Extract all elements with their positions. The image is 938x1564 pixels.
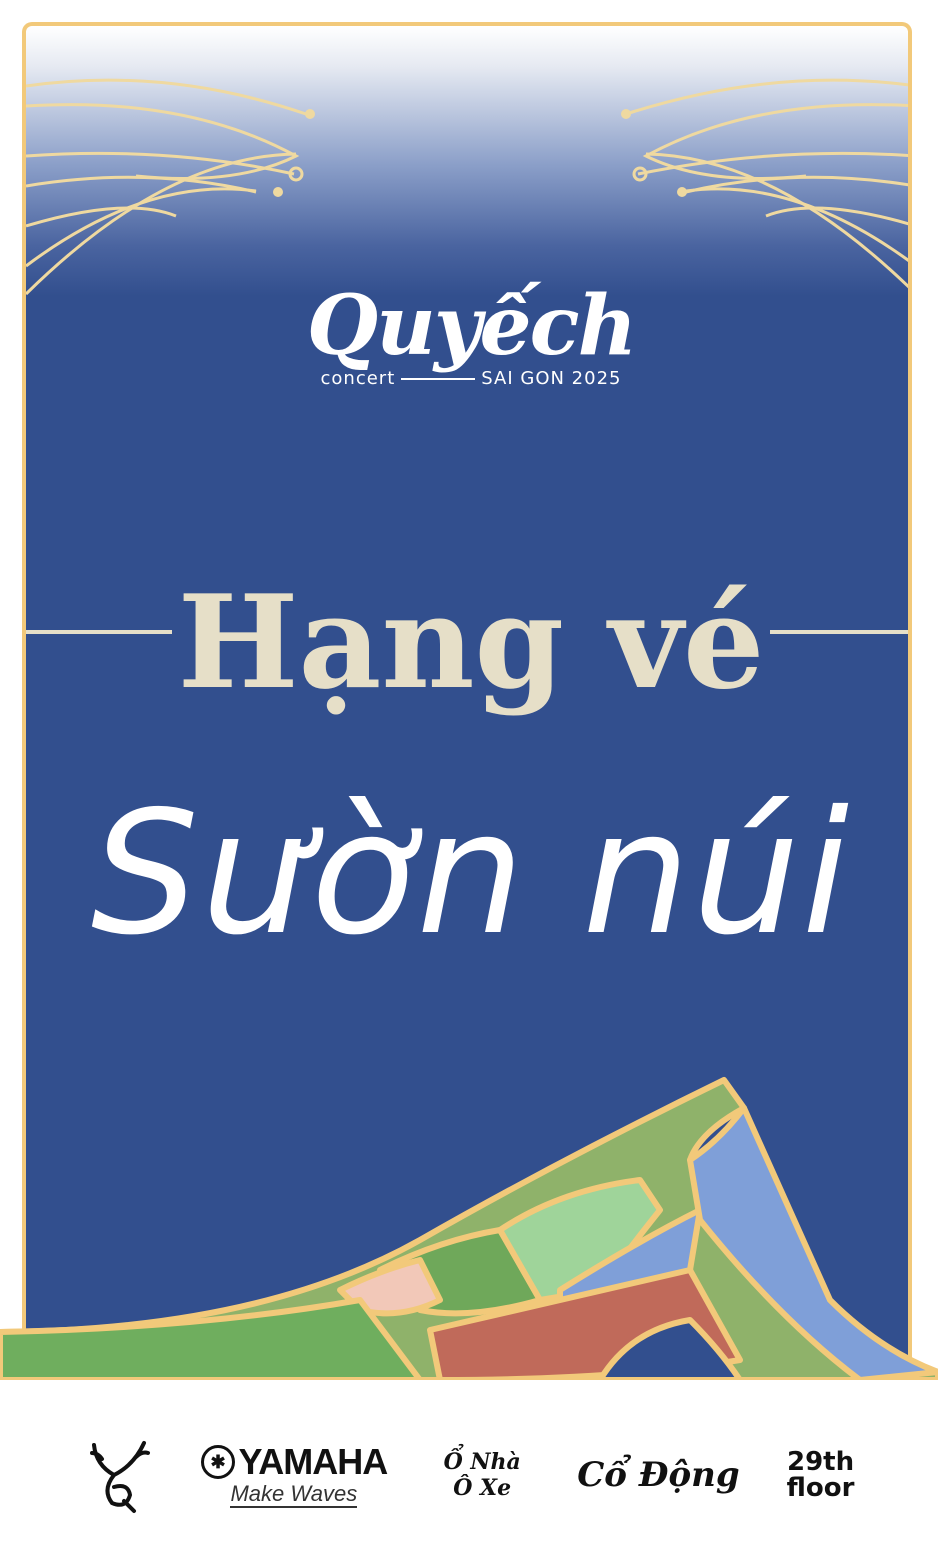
yamaha-tagline: Make Waves (230, 1481, 358, 1508)
sponsor-logos: ✱ YAMAHA Make Waves Ổ Nhà Ô Xe Cổ Động 2… (0, 1420, 938, 1530)
ticket-poster: Quyếch concert SAI GON 2025 Hạng vé Sườn… (0, 0, 938, 1564)
sponsor-29th-floor: 29th floor (787, 1449, 855, 1501)
mountain-illustration (0, 1077, 938, 1380)
yamaha-tuning-fork-icon: ✱ (200, 1445, 235, 1479)
sponsor-deer (84, 1435, 154, 1515)
yamaha-wordmark: ✱ YAMAHA (200, 1441, 389, 1482)
sponsor-onhaoxe: Ổ Nhà Ô Xe (434, 1449, 530, 1501)
floor-word: floor (786, 1473, 855, 1503)
ticket-heading: Hạng vé (26, 568, 908, 718)
codong-wordmark: Cổ Động (577, 1455, 740, 1495)
logo-wordmark: Quyếch (306, 278, 637, 374)
ticket-tier-name: Sườn núi (90, 775, 852, 973)
logo-sub-right: SAI GON 2025 (481, 368, 622, 389)
deer-antler-logo-icon (89, 1441, 150, 1513)
sponsor-codong: Cổ Động (577, 1455, 739, 1495)
ticket-heading-text: Hạng vé (171, 568, 771, 718)
floor-number: 29th (787, 1447, 855, 1477)
sponsor-yamaha: ✱ YAMAHA Make Waves (200, 1441, 389, 1508)
yamaha-name: YAMAHA (238, 1441, 389, 1482)
logo-sub-left: concert (320, 368, 396, 389)
concert-logo: Quyếch concert SAI GON 2025 (26, 276, 908, 389)
logo-dash (401, 377, 476, 380)
onhaoxe-wordmark: Ổ Nhà Ô Xe (443, 1449, 521, 1501)
